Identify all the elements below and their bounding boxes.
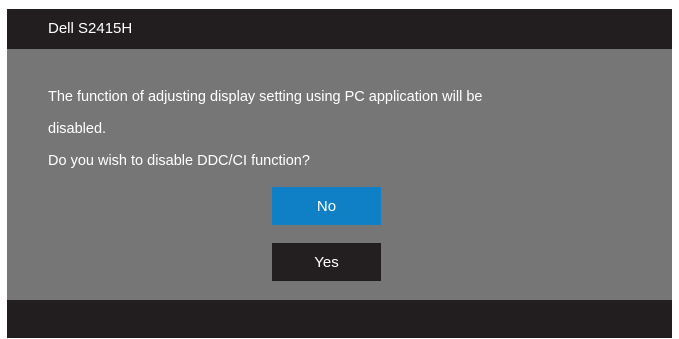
ddc-ci-dialog: Dell S2415H The function of adjusting di…: [7, 9, 672, 338]
message-line-1: The function of adjusting display settin…: [48, 89, 483, 105]
yes-button[interactable]: Yes: [272, 243, 381, 281]
title-bar: Dell S2415H: [7, 9, 672, 49]
message-line-2: disabled.: [48, 121, 107, 137]
no-button[interactable]: No: [272, 187, 381, 225]
monitor-model-title: Dell S2415H: [48, 20, 133, 37]
message-line-3: Do you wish to disable DDC/CI function?: [48, 153, 310, 169]
bottom-bar: [7, 300, 672, 338]
